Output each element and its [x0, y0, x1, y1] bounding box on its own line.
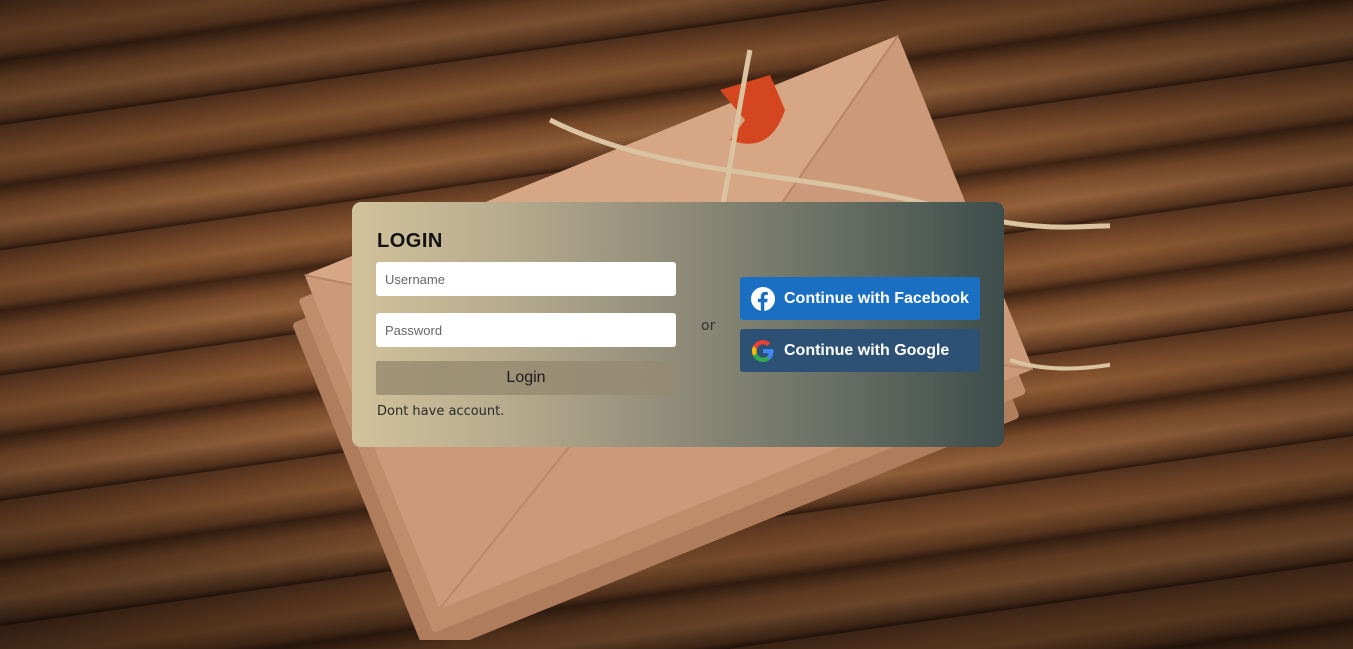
google-login-button[interactable]: Continue with Google: [740, 329, 980, 372]
google-icon: [752, 339, 774, 362]
login-button[interactable]: Login: [376, 361, 676, 395]
facebook-icon: [751, 286, 775, 311]
login-title: LOGIN: [377, 230, 443, 252]
signup-link[interactable]: Dont have account.: [377, 404, 504, 419]
facebook-login-label: Continue with Facebook: [784, 289, 969, 307]
login-card: LOGIN Login Dont have account. or Contin…: [352, 202, 1004, 447]
username-input[interactable]: [376, 262, 676, 296]
password-input[interactable]: [376, 313, 676, 347]
facebook-login-button[interactable]: Continue with Facebook: [740, 277, 980, 320]
google-login-label: Continue with Google: [784, 341, 950, 359]
or-divider: or: [701, 318, 716, 334]
